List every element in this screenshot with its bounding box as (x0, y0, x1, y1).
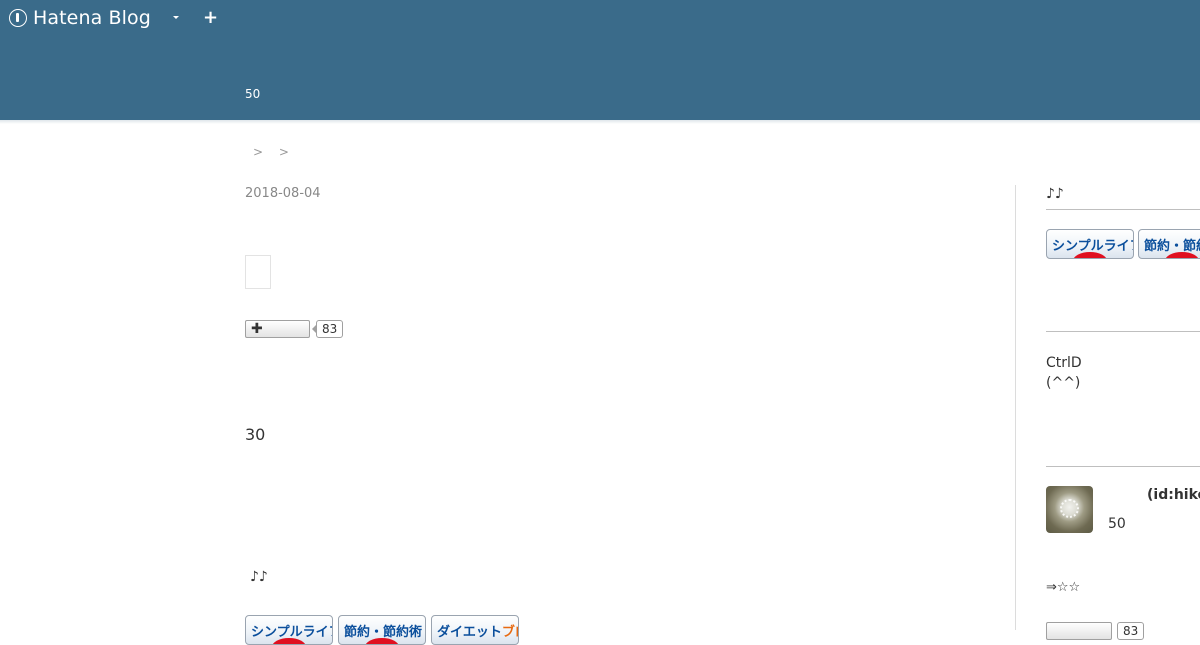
sidebar-bookmark-hint: CtrlD (^^) (1046, 353, 1082, 393)
breadcrumb-separator: > (278, 145, 289, 159)
sidebar-bookmark-count[interactable]: 83 (1117, 622, 1145, 640)
banner-label: ダイエット (437, 625, 502, 640)
sidebar-banner-saving[interactable]: 節約・節約 (1138, 229, 1200, 259)
bookmark-count[interactable]: 83 (311, 320, 344, 338)
blog-description: 50 (245, 87, 261, 101)
banner-diet-blog[interactable]: ダイエットブログ (431, 615, 519, 645)
breadcrumb-separator: > (253, 145, 264, 159)
sidebar-hint-line: (^^) (1046, 375, 1081, 391)
brand-link[interactable]: Hatena Blog (9, 7, 151, 29)
banner-label-accent: ブログ (501, 625, 518, 640)
entry-section-number: 30 (245, 425, 266, 444)
sidebar-separator (1046, 209, 1200, 210)
caret-down-icon[interactable] (170, 12, 182, 24)
sidebar-separator (1046, 466, 1200, 467)
profile-number: 50 (1108, 516, 1126, 532)
profile-id[interactable]: (id:hike (1147, 487, 1200, 503)
add-post-button[interactable]: + (203, 8, 218, 28)
brand-name: Hatena Blog (33, 7, 151, 29)
banner-label: 節約・節約 (1144, 239, 1200, 254)
sidebar-music-notes: ♪♪ (1046, 186, 1064, 202)
sidebar-separator (1046, 331, 1200, 332)
sidebar-stars: ⇒☆☆ (1046, 580, 1081, 595)
profile-avatar[interactable] (1046, 486, 1093, 533)
blog-header: Hatena Blog + 50 (0, 0, 1200, 120)
hatena-logo-icon (9, 9, 27, 27)
entry-image-placeholder (245, 255, 271, 289)
add-bookmark-button[interactable]: ✚ (245, 320, 310, 338)
entry-music-notes: ♪♪ (250, 569, 268, 585)
breadcrumb: > > (253, 145, 301, 159)
sidebar-hint-line: CtrlD (1046, 355, 1082, 371)
sidebar-divider (1015, 185, 1016, 630)
sidebar-add-bookmark-button[interactable] (1046, 622, 1112, 640)
banner-saving[interactable]: 節約・節約術 (338, 615, 426, 645)
sidebar-banner-simple-life[interactable]: シンプルライフ (1046, 229, 1134, 259)
entry-date[interactable]: 2018-08-04 (245, 186, 321, 201)
banner-simple-life[interactable]: シンプルライフ (245, 615, 333, 645)
plus-icon: ✚ (251, 321, 263, 337)
header-shadow (0, 120, 1200, 124)
